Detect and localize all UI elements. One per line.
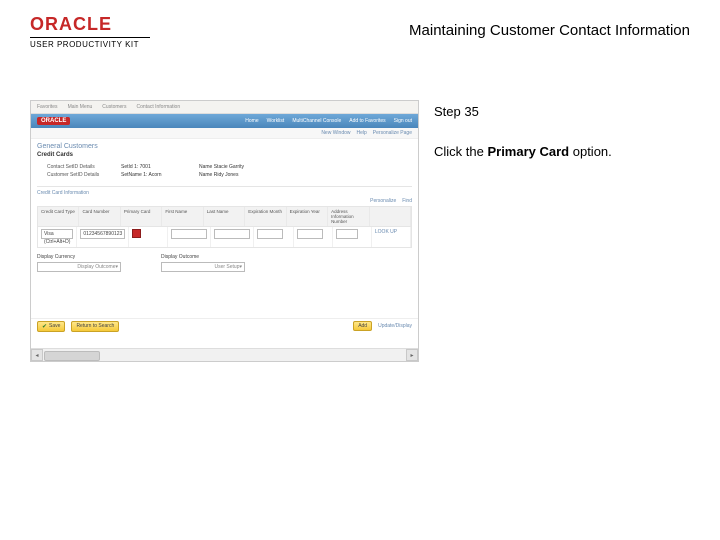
step-heading: Step 35 bbox=[434, 104, 690, 119]
card-number-input[interactable]: 01234567890123 bbox=[80, 229, 125, 239]
col-header: Credit Card Type bbox=[38, 207, 79, 226]
sub-bar: New Window Help Personalize Page bbox=[31, 128, 418, 139]
save-button[interactable]: ✔Save bbox=[37, 321, 65, 332]
oracle-logo-block: ORACLE USER PRODUCTIVITY KIT bbox=[30, 14, 150, 49]
screenshot-footer: ✔Save Return to Search Add Update/Displa… bbox=[31, 318, 418, 333]
primary-card-option[interactable] bbox=[132, 229, 141, 238]
col-header: Expiration Month bbox=[245, 207, 286, 226]
crumb[interactable]: Contact Information bbox=[136, 104, 180, 110]
card-type-input[interactable]: Visa (Ctrl+Alt+D) bbox=[41, 229, 73, 239]
table-row: Visa (Ctrl+Alt+D) 01234567890123 LOOK UP bbox=[38, 227, 411, 247]
grid-header: Credit Card Type Card Number Primary Car… bbox=[38, 207, 411, 227]
nav-home[interactable]: Home bbox=[245, 118, 258, 124]
nav-mcc[interactable]: MultiChannel Console bbox=[292, 118, 341, 124]
col-header bbox=[370, 207, 411, 226]
subsection-title: Credit Cards bbox=[37, 152, 412, 158]
col-header: First Name bbox=[162, 207, 203, 226]
row-value: SetId 1: 7001 bbox=[121, 164, 185, 170]
oracle-logo: ORACLE bbox=[30, 14, 150, 35]
col-header: Address Information Number bbox=[328, 207, 369, 226]
nav-worklist[interactable]: Worklist bbox=[267, 118, 285, 124]
nav-fav[interactable]: Add to Favorites bbox=[349, 118, 385, 124]
top-bar: ORACLE Home Worklist MultiChannel Consol… bbox=[31, 114, 418, 128]
row-value: Name Ridy Jones bbox=[199, 172, 263, 178]
step-text-pre: Click the bbox=[434, 144, 487, 159]
breadcrumb: Favorites Main Menu Customers Contact In… bbox=[31, 101, 418, 114]
row-value: SetName 1: Acorn bbox=[121, 172, 185, 178]
crumb[interactable]: Favorites bbox=[37, 104, 58, 110]
col-header: Primary Card bbox=[121, 207, 162, 226]
crumb[interactable]: Customers bbox=[102, 104, 126, 110]
instruction-panel: Step 35 Click the Primary Card option. bbox=[434, 100, 690, 161]
card-grid: Credit Card Type Card Number Primary Car… bbox=[37, 206, 412, 248]
section-title: General Customers bbox=[37, 143, 412, 150]
dd-label: Display Outcome bbox=[161, 254, 245, 260]
link-find[interactable]: Find bbox=[402, 198, 412, 204]
detail-row: Contact SetID Details SetId 1: 7001 Name… bbox=[47, 164, 412, 170]
scroll-left-button[interactable]: ◂ bbox=[31, 349, 43, 361]
scroll-right-button[interactable]: ▸ bbox=[406, 349, 418, 361]
update-display-link[interactable]: Update/Display bbox=[378, 323, 412, 329]
card-section-label: Credit Card Information bbox=[37, 186, 412, 196]
app-screenshot: Favorites Main Menu Customers Contact In… bbox=[30, 100, 419, 362]
col-header: Card Number bbox=[79, 207, 120, 226]
col-header: Last Name bbox=[204, 207, 245, 226]
row-label: Customer SetID Details bbox=[47, 172, 107, 178]
exp-month-input[interactable] bbox=[257, 229, 283, 239]
link-personalize-grid[interactable]: Personalize bbox=[370, 198, 396, 204]
addr-num-input[interactable] bbox=[336, 229, 358, 239]
nav-signout[interactable]: Sign out bbox=[394, 118, 412, 124]
dd-label: Display Currency bbox=[37, 254, 121, 260]
last-name-input[interactable] bbox=[214, 229, 250, 239]
dd-select[interactable]: User Setup ▾ bbox=[161, 262, 245, 272]
horizontal-scrollbar[interactable]: ◂ ▸ bbox=[31, 348, 418, 361]
lookup-link[interactable]: LOOK UP bbox=[372, 227, 411, 247]
dd-select[interactable]: Display Outcome ▾ bbox=[37, 262, 121, 272]
col-header: Expiration Year bbox=[287, 207, 328, 226]
scroll-track[interactable] bbox=[43, 350, 406, 360]
upk-label: USER PRODUCTIVITY KIT bbox=[30, 40, 150, 49]
logo-divider bbox=[30, 37, 150, 38]
scroll-thumb[interactable] bbox=[44, 351, 100, 361]
row-value: Name Stacie Garrity bbox=[199, 164, 263, 170]
step-text-post: option. bbox=[569, 144, 612, 159]
link-help[interactable]: Help bbox=[357, 130, 367, 136]
check-icon: ✔ bbox=[42, 323, 47, 330]
first-name-input[interactable] bbox=[171, 229, 207, 239]
page-title: Maintaining Customer Contact Information bbox=[409, 22, 690, 39]
return-button[interactable]: Return to Search bbox=[71, 321, 119, 332]
exp-year-input[interactable] bbox=[297, 229, 323, 239]
oracle-badge: ORACLE bbox=[37, 117, 70, 125]
step-text-bold: Primary Card bbox=[487, 144, 569, 159]
link-personalize[interactable]: Personalize Page bbox=[373, 130, 412, 136]
row-label: Contact SetID Details bbox=[47, 164, 107, 170]
crumb[interactable]: Main Menu bbox=[68, 104, 93, 110]
detail-row: Customer SetID Details SetName 1: Acorn … bbox=[47, 172, 412, 178]
link-new-window[interactable]: New Window bbox=[321, 130, 350, 136]
step-body: Click the Primary Card option. bbox=[434, 143, 690, 161]
add-button[interactable]: Add bbox=[353, 321, 372, 331]
